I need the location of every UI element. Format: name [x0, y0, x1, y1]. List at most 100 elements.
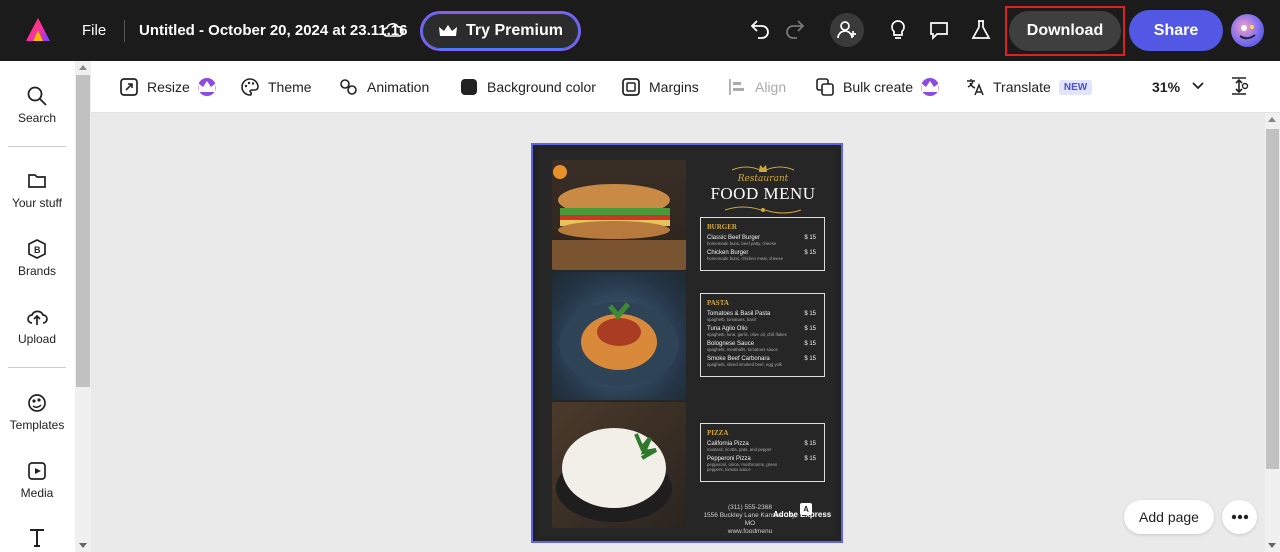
adobe-express-logo-icon[interactable] — [24, 16, 52, 44]
translate-button[interactable]: Translate NEW — [965, 75, 1093, 99]
more-options-button[interactable] — [1222, 500, 1257, 534]
menu-title: FOOD MENU — [710, 184, 816, 203]
menu-item: Chicken Burger homemade buns, chicken me… — [707, 250, 818, 261]
bulk-create-label: Bulk create — [843, 79, 914, 95]
menu-item-price: $ 15 — [804, 311, 816, 317]
menu-item: Tuna Aglio Olio spaghetti, tuna, garlic,… — [707, 326, 818, 337]
animation-label: Animation — [367, 79, 430, 95]
try-premium-button[interactable]: Try Premium — [420, 11, 581, 51]
pasta-image[interactable] — [552, 272, 686, 400]
chevron-down-icon[interactable] — [1190, 77, 1206, 93]
menu-item-desc: homemade buns, beef patty, cheese — [707, 241, 777, 246]
menu-section-burger[interactable]: BURGER Classic Beef Burger homemade buns… — [700, 217, 825, 271]
labs-button[interactable] — [967, 16, 995, 44]
sidebar-item-label: Brands — [17, 264, 57, 278]
selected-page[interactable]: Restaurant FOOD MENU BURGER Classic Beef… — [531, 143, 843, 543]
scroll-down-icon[interactable] — [79, 543, 87, 548]
menu-item-price: $ 15 — [804, 441, 816, 447]
section-title: BURGER — [707, 223, 737, 231]
fit-to-screen-icon[interactable] — [1228, 75, 1250, 97]
menu-item-price: $ 15 — [804, 341, 816, 347]
menu-item: Classic Beef Burger homemade buns, beef … — [707, 235, 818, 246]
document-title[interactable]: Untitled - October 20, 2024 at 23.11.16 — [139, 22, 407, 39]
redo-button[interactable] — [781, 16, 809, 44]
burger-image[interactable] — [552, 160, 686, 270]
sidebar-item-label: Templates — [9, 418, 65, 432]
menu-item-desc: pepperoni, onion, mushrooms, green peppe… — [707, 462, 778, 472]
sidebar-scrollbar[interactable] — [75, 61, 91, 552]
menu-heading[interactable]: Restaurant FOOD MENU — [698, 162, 828, 216]
align-button[interactable]: Align — [727, 75, 786, 99]
canvas-scrollbar[interactable] — [1265, 113, 1280, 552]
sidebar-item-upload[interactable]: Upload — [8, 306, 66, 346]
sidebar-item-templates[interactable]: Templates — [8, 392, 66, 432]
undo-button[interactable] — [746, 16, 774, 44]
comments-button[interactable] — [925, 16, 953, 44]
color-swatch-icon — [461, 79, 477, 95]
canvas-scroll-thumb[interactable] — [1266, 129, 1279, 469]
zoom-level[interactable]: 31% — [1152, 79, 1180, 95]
sidebar-item-label: Search — [17, 111, 57, 125]
menu-item-price: $ 15 — [804, 326, 816, 332]
sidebar-divider — [8, 367, 66, 368]
bulk-create-icon — [816, 78, 834, 96]
ideas-button[interactable] — [884, 16, 912, 44]
menu-item-desc: spaghetti, tuna, garlic, olive oil, chil… — [707, 332, 787, 337]
menu-item: Tomatoes & Basil Pasta spaghetti, tomato… — [707, 311, 818, 322]
menu-item-desc: mustard, ricotta, pate, and pepper — [707, 447, 772, 452]
crown-icon — [921, 81, 940, 92]
menu-item: California Pizza mustard, ricotta, pate,… — [707, 441, 818, 452]
align-label: Align — [755, 79, 787, 95]
resize-icon — [120, 78, 138, 96]
resize-label: Resize — [147, 79, 190, 95]
menu-section-pasta[interactable]: PASTA Tomatoes & Basil Pasta spaghetti, … — [700, 293, 825, 377]
contact-info[interactable]: (311) 555-2368 1556 Buckley Lane Kansas … — [700, 504, 800, 536]
more-dots-icon — [1231, 514, 1248, 520]
invite-collaborator-button[interactable] — [830, 13, 864, 47]
comment-icon — [930, 22, 948, 41]
menu-item-desc: spaghetti, tomatoes, basil — [707, 317, 756, 322]
user-avatar[interactable] — [1231, 14, 1264, 47]
sidebar-item-label: Upload — [17, 332, 57, 346]
file-menu[interactable]: File — [82, 22, 106, 39]
sidebar-scroll-thumb[interactable] — [76, 75, 90, 387]
lightbulb-icon — [891, 20, 905, 39]
premium-badge — [921, 78, 940, 96]
bulk-create-button[interactable]: Bulk create — [815, 75, 940, 99]
cloud-sync-icon[interactable] — [381, 20, 405, 40]
margins-button[interactable]: Margins — [621, 75, 699, 99]
resize-button[interactable]: Resize — [119, 75, 216, 99]
scroll-up-icon[interactable] — [79, 65, 87, 70]
sidebar-item-text[interactable] — [8, 526, 66, 552]
media-icon — [28, 462, 46, 480]
scroll-up-icon[interactable] — [1268, 117, 1276, 122]
animation-icon — [340, 79, 357, 95]
margins-label: Margins — [649, 79, 699, 95]
animation-button[interactable]: Animation — [339, 75, 429, 99]
crown-icon — [197, 81, 216, 92]
menu-section-pizza[interactable]: PIZZA California Pizza mustard, ricotta,… — [700, 423, 825, 482]
theme-button[interactable]: Theme — [240, 75, 312, 99]
share-button[interactable]: Share — [1129, 10, 1223, 51]
redo-icon — [786, 20, 805, 39]
menu-item: Pepperoni Pizza pepperoni, onion, mushro… — [707, 456, 818, 472]
download-button[interactable]: Download — [1009, 11, 1121, 51]
left-sidebar: Search Your stuff B Brands Upload Templa… — [0, 61, 91, 552]
sidebar-item-your-stuff[interactable]: Your stuff — [8, 170, 66, 210]
add-page-button[interactable]: Add page — [1124, 500, 1214, 534]
rice-image[interactable] — [552, 402, 686, 528]
website: www.foodmenu — [727, 528, 773, 535]
search-icon — [27, 86, 47, 106]
scroll-down-icon[interactable] — [1268, 543, 1276, 548]
folder-icon — [28, 174, 46, 188]
sidebar-item-brands[interactable]: B Brands — [8, 238, 66, 278]
background-color-label: Background color — [487, 79, 596, 95]
food-menu-design[interactable]: Restaurant FOOD MENU BURGER Classic Beef… — [538, 150, 836, 536]
background-color-button[interactable]: Background color — [459, 75, 596, 99]
sidebar-item-search[interactable]: Search — [8, 85, 66, 125]
menu-item: Bolognese Sauce spaghetti, meatballs, to… — [707, 341, 818, 352]
sidebar-item-media[interactable]: Media — [8, 460, 66, 500]
sidebar-item-label: Your stuff — [11, 196, 63, 210]
editor-toolbar: Resize Theme Animation Background color … — [91, 61, 1280, 113]
menu-item-price: $ 15 — [804, 235, 816, 241]
